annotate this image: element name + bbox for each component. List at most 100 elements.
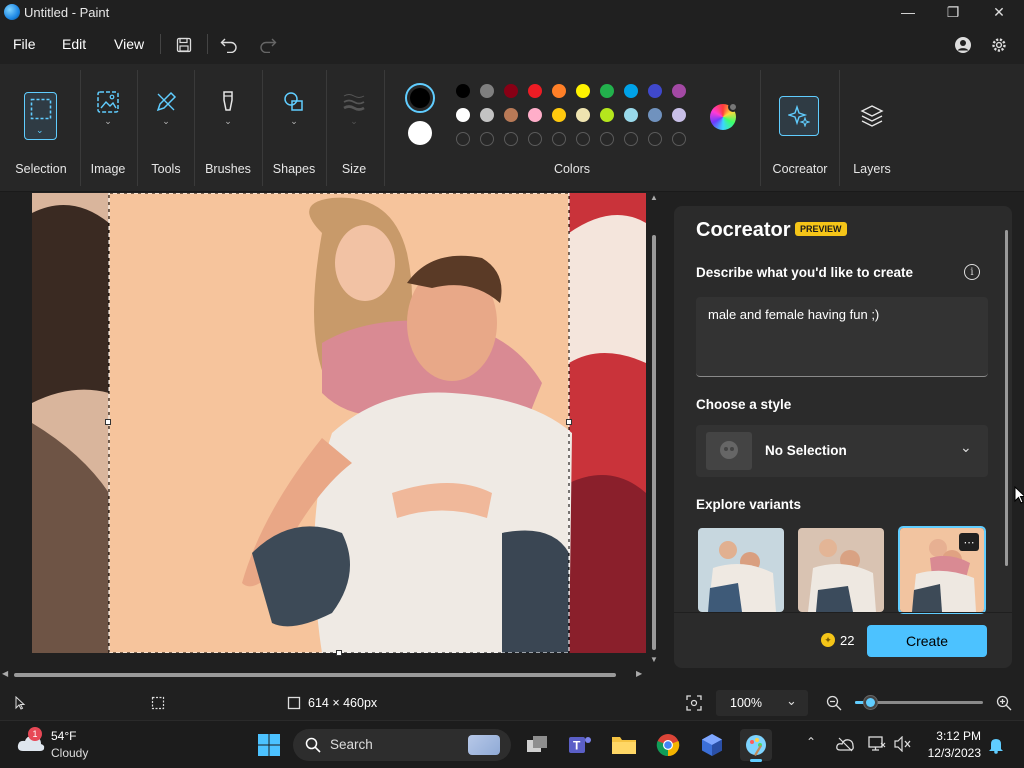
zoom-in-icon[interactable]	[996, 695, 1012, 711]
notification-bell-icon[interactable]	[988, 736, 1004, 754]
palette-color-swatch[interactable]	[624, 84, 638, 98]
zoom-slider-track[interactable]	[855, 695, 983, 710]
palette-color-swatch[interactable]	[552, 108, 566, 122]
palette-custom-slot[interactable]	[552, 132, 566, 146]
menu-view[interactable]: View	[114, 36, 144, 52]
palette-color-swatch[interactable]	[456, 108, 470, 122]
zoom-slider-thumb[interactable]	[863, 695, 879, 710]
palette-custom-slot[interactable]	[624, 132, 638, 146]
image-button[interactable]: ⌄	[86, 90, 130, 140]
prompt-text: male and female having fun ;)	[708, 307, 880, 322]
cocreator-button[interactable]	[779, 96, 819, 136]
palette-color-swatch[interactable]	[504, 108, 518, 122]
tools-button[interactable]: ⌄	[144, 90, 188, 140]
horizontal-scroll-thumb[interactable]	[14, 673, 616, 677]
palette-color-swatch[interactable]	[480, 84, 494, 98]
variant-thumbnail-1[interactable]	[698, 528, 784, 612]
palette-color-swatch[interactable]	[528, 108, 542, 122]
palette-color-swatch[interactable]	[648, 84, 662, 98]
selection-handle-right[interactable]	[566, 419, 572, 425]
account-icon[interactable]	[952, 34, 974, 56]
zoom-dropdown[interactable]: 100% ⌄	[716, 690, 808, 716]
volume-muted-icon[interactable]	[894, 736, 912, 752]
paint-taskbar-app[interactable]	[740, 729, 772, 762]
drawing-canvas[interactable]	[32, 193, 646, 653]
palette-color-swatch[interactable]	[576, 108, 590, 122]
file-explorer-app[interactable]	[608, 729, 640, 761]
menu-file[interactable]: File	[13, 36, 36, 52]
clock-date[interactable]: 12/3/2023	[925, 746, 981, 760]
panel-scrollbar[interactable]	[1005, 230, 1008, 566]
prompt-textarea[interactable]: male and female having fun ;)	[696, 297, 988, 377]
palette-color-swatch[interactable]	[456, 84, 470, 98]
more-options-icon[interactable]: ⋯	[959, 533, 979, 551]
close-button[interactable]: ✕	[976, 0, 1022, 24]
edit-colors-icon[interactable]	[710, 102, 738, 130]
palette-custom-slot[interactable]	[456, 132, 470, 146]
minimize-button[interactable]: —	[885, 0, 931, 24]
dev-app[interactable]	[696, 729, 728, 761]
style-dropdown[interactable]: No Selection ⌄	[696, 425, 988, 477]
selection-handle-left[interactable]	[105, 419, 111, 425]
taskbar-search[interactable]: Search	[293, 729, 511, 761]
palette-color-swatch[interactable]	[648, 108, 662, 122]
palette-custom-slot[interactable]	[600, 132, 614, 146]
palette-color-swatch[interactable]	[504, 84, 518, 98]
save-icon[interactable]	[173, 34, 195, 56]
weather-widget[interactable]: 1	[16, 727, 46, 755]
zoom-out-icon[interactable]	[826, 695, 842, 711]
layers-button[interactable]	[858, 102, 886, 130]
palette-color-swatch[interactable]	[576, 84, 590, 98]
undo-icon[interactable]	[218, 34, 240, 56]
redo-icon[interactable]	[257, 34, 279, 56]
task-view-icon	[527, 736, 547, 752]
brushes-button[interactable]: ⌄	[206, 90, 250, 140]
chevron-up-icon[interactable]: ⌃	[806, 735, 816, 749]
start-button[interactable]	[253, 729, 285, 761]
canvas-size-text: 614 × 460px	[308, 696, 378, 710]
palette-custom-slot[interactable]	[672, 132, 686, 146]
selection-handle-bottom[interactable]	[336, 650, 342, 656]
clock-time[interactable]: 3:12 PM	[925, 729, 981, 743]
settings-gear-icon[interactable]	[988, 34, 1010, 56]
task-view-button[interactable]	[521, 729, 553, 761]
menu-edit[interactable]: Edit	[62, 36, 86, 52]
scroll-right-icon[interactable]: ▶	[636, 669, 642, 678]
palette-color-swatch[interactable]	[528, 84, 542, 98]
onedrive-icon[interactable]	[836, 736, 854, 752]
palette-color-swatch[interactable]	[600, 108, 614, 122]
vertical-scroll-thumb[interactable]	[652, 235, 656, 650]
palette-color-swatch[interactable]	[480, 108, 494, 122]
shapes-button[interactable]: ⌄	[272, 90, 316, 140]
palette-color-swatch[interactable]	[552, 84, 566, 98]
primary-color-button[interactable]	[405, 83, 435, 113]
scroll-up-icon[interactable]: ▲	[650, 193, 658, 202]
vertical-scrollbar[interactable]: ▲ ▼	[648, 193, 660, 665]
status-bar: 614 × 460px 100% ⌄	[0, 688, 1024, 718]
palette-custom-slot[interactable]	[504, 132, 518, 146]
selection-button[interactable]: ⌄	[24, 92, 57, 140]
palette-custom-slot[interactable]	[480, 132, 494, 146]
chevron-down-icon: ⌄	[162, 116, 170, 126]
scroll-left-icon[interactable]: ◀	[2, 669, 8, 678]
chrome-app[interactable]	[652, 729, 684, 761]
network-icon[interactable]	[868, 735, 886, 753]
palette-custom-slot[interactable]	[528, 132, 542, 146]
variant-thumbnail-2[interactable]	[798, 528, 884, 612]
secondary-color-button[interactable]	[408, 121, 432, 145]
variant-thumbnail-3-selected[interactable]: ⋯	[898, 526, 986, 614]
scroll-down-icon[interactable]: ▼	[650, 655, 658, 664]
fit-to-window-icon[interactable]	[686, 695, 702, 711]
maximize-button[interactable]: ❐	[930, 0, 976, 24]
palette-color-swatch[interactable]	[624, 108, 638, 122]
palette-custom-slot[interactable]	[576, 132, 590, 146]
palette-color-swatch[interactable]	[600, 84, 614, 98]
horizontal-scrollbar[interactable]: ◀ ▶	[2, 668, 648, 682]
palette-custom-slot[interactable]	[648, 132, 662, 146]
teams-app[interactable]: T	[564, 729, 596, 761]
create-button[interactable]: Create	[867, 625, 987, 657]
size-button[interactable]: ⌄	[332, 90, 376, 140]
palette-color-swatch[interactable]	[672, 84, 686, 98]
palette-color-swatch[interactable]	[672, 108, 686, 122]
info-icon[interactable]: i	[964, 264, 980, 280]
